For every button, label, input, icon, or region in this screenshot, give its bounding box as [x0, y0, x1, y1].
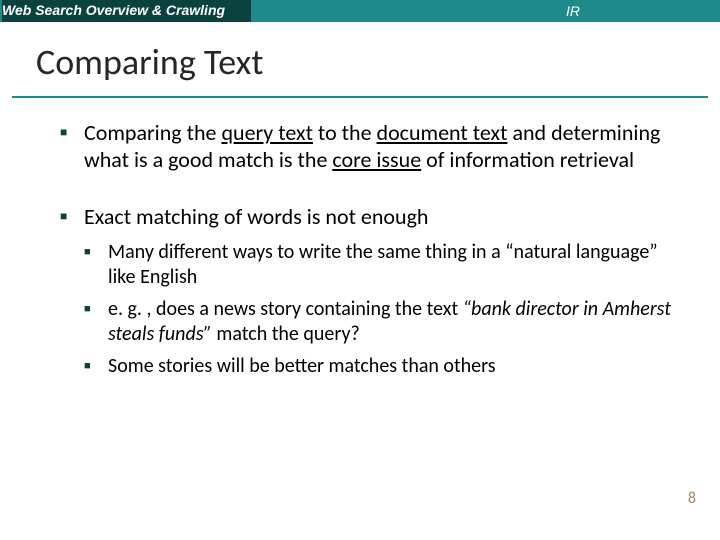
text: Comparing the	[84, 119, 221, 146]
title-block: Comparing Text	[0, 22, 720, 88]
page-number: 8	[688, 489, 696, 508]
text: to the	[313, 119, 377, 146]
text: match the query?	[212, 322, 360, 346]
slide: Web Search Overview & Crawling IR Compar…	[0, 0, 720, 540]
bullet-list: Comparing the query text to the document…	[60, 120, 678, 378]
text: Exact matching of words is not enough	[84, 203, 429, 230]
sub-bullet-1: Many different ways to write the same th…	[84, 240, 678, 289]
text: Many different ways to write the same th…	[108, 240, 658, 288]
header-topic: Web Search Overview & Crawling	[2, 0, 251, 22]
text: of information retrieval	[421, 146, 634, 173]
slide-title: Comparing Text	[36, 40, 690, 84]
slide-content: Comparing the query text to the document…	[0, 98, 720, 378]
header-bar: Web Search Overview & Crawling IR	[0, 0, 720, 22]
bullet-1: Comparing the query text to the document…	[60, 120, 678, 174]
header-course: IR	[566, 0, 580, 22]
bullet-2: Exact matching of words is not enough Ma…	[60, 204, 678, 379]
underline-document-text: document text	[377, 119, 508, 146]
sub-bullet-2: e. g. , does a news story containing the…	[84, 297, 678, 346]
sub-bullet-3: Some stories will be better matches than…	[84, 354, 678, 378]
text: e. g. , does a news story containing the…	[108, 297, 463, 321]
underline-core-issue: core issue	[332, 146, 421, 173]
sub-bullet-list: Many different ways to write the same th…	[84, 240, 678, 378]
text: Some stories will be better matches than…	[108, 354, 496, 378]
underline-query-text: query text	[221, 119, 312, 146]
